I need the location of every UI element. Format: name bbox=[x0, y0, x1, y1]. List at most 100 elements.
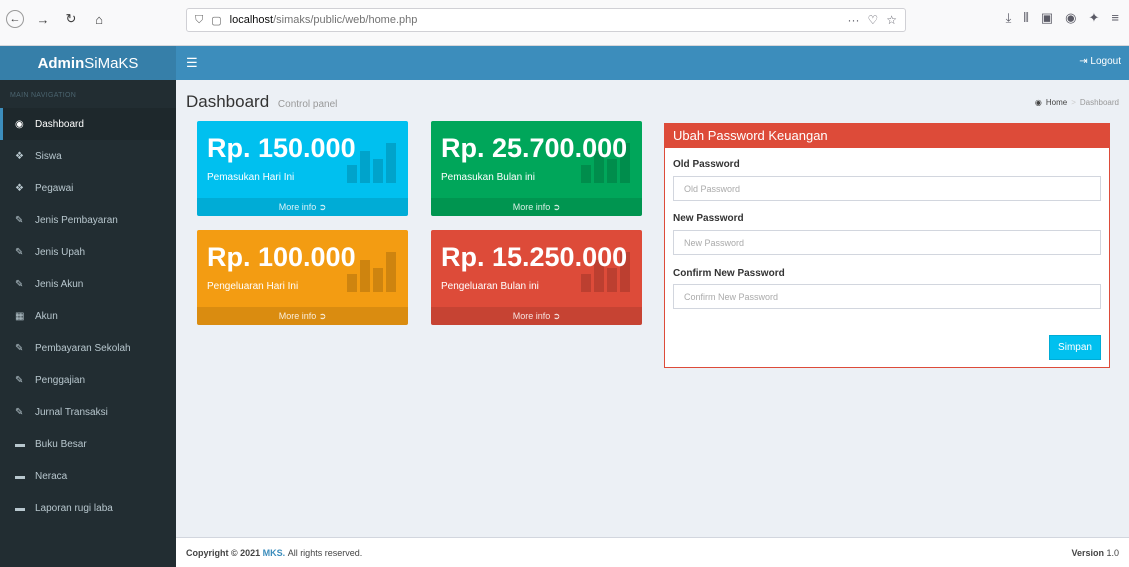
arrow-circle-right-icon: ➲ bbox=[318, 202, 327, 212]
folder-icon: ▬ bbox=[15, 438, 25, 450]
page-title-text: Dashboard bbox=[186, 92, 270, 111]
menu-icon[interactable]: ≡ bbox=[1111, 10, 1119, 26]
extensions-icon[interactable]: ✦ bbox=[1089, 10, 1100, 26]
sidebar-item-buku-besar[interactable]: ▬ Buku Besar bbox=[0, 428, 176, 460]
old-password-input[interactable] bbox=[673, 176, 1101, 201]
sidebar-item-akun[interactable]: ▦ Akun bbox=[0, 300, 176, 332]
sidebar-item-label: Jenis Pembayaran bbox=[35, 214, 118, 226]
pocket-icon[interactable]: ♡ bbox=[867, 13, 878, 27]
stat-box-income-today: Rp. 150.000 Pemasukan Hari Ini More info… bbox=[197, 121, 408, 216]
sidebar-item-jenis-pembayaran[interactable]: ✎ Jenis Pembayaran bbox=[0, 204, 176, 236]
copyright-rest: All rights reserved. bbox=[287, 548, 363, 558]
sidebar-toggle-icon[interactable]: ☰ bbox=[186, 55, 198, 71]
sidebar-item-label: Jurnal Transaksi bbox=[35, 406, 108, 418]
version-value: 1.0 bbox=[1106, 548, 1119, 558]
sidebar-item-pembayaran-sekolah[interactable]: ✎ Pembayaran Sekolah bbox=[0, 332, 176, 364]
stat-value: Rp. 15.250.000 bbox=[441, 242, 628, 272]
arrow-circle-right-icon: ➲ bbox=[552, 311, 561, 321]
copyright-brand-link[interactable]: MKS. bbox=[263, 548, 286, 558]
logout-button[interactable]: ⇥ Logout bbox=[1079, 56, 1121, 67]
users-icon: ❖ bbox=[15, 150, 24, 162]
page-icon[interactable]: ▢ bbox=[211, 14, 221, 27]
dashboard-icon: ◉ bbox=[1034, 98, 1042, 107]
more-info-link[interactable]: More info ➲ bbox=[197, 307, 408, 325]
new-password-input[interactable] bbox=[673, 230, 1101, 255]
edit-icon: ✎ bbox=[15, 406, 24, 418]
stat-box-expense-month: Rp. 15.250.000 Pengeluaran Bulan ini Mor… bbox=[431, 230, 642, 325]
sidebar-item-label: Penggajian bbox=[35, 374, 86, 386]
breadcrumb-current: Dashboard bbox=[1079, 98, 1119, 107]
more-info-label: More info bbox=[278, 202, 317, 212]
sidebar-item-label: Jenis Upah bbox=[35, 246, 86, 258]
sidebar-item-jurnal-transaksi[interactable]: ✎ Jurnal Transaksi bbox=[0, 396, 176, 428]
forward-icon[interactable]: → bbox=[34, 10, 52, 28]
library-icon[interactable]: ⫴ bbox=[1023, 10, 1028, 26]
shield-icon[interactable]: ⛉ bbox=[195, 14, 203, 27]
bookmark-star-icon[interactable]: ☆ bbox=[886, 13, 897, 27]
stat-box-expense-today: Rp. 100.000 Pengeluaran Hari Ini More in… bbox=[197, 230, 408, 325]
sidebar-item-label: Akun bbox=[35, 310, 58, 322]
more-actions-icon[interactable]: ··· bbox=[847, 13, 859, 27]
stat-value: Rp. 150.000 bbox=[207, 133, 356, 163]
back-icon[interactable]: ← bbox=[6, 10, 24, 28]
url-path: /simaks/public/web/home.php bbox=[273, 14, 418, 26]
logo-bold: Admin bbox=[37, 54, 85, 72]
top-navbar: ☰ ⇥ Logout bbox=[176, 46, 1129, 80]
arrow-circle-right-icon: ➲ bbox=[552, 202, 561, 212]
edit-icon: ✎ bbox=[15, 342, 24, 354]
sidebar-item-penggajian[interactable]: ✎ Penggajian bbox=[0, 364, 176, 396]
home-icon[interactable]: ⌂ bbox=[90, 10, 108, 28]
page-subtitle: Control panel bbox=[277, 99, 338, 110]
sidebar-item-label: Siswa bbox=[35, 150, 62, 162]
folder-icon: ▬ bbox=[15, 502, 25, 514]
copyright-prefix: Copyright © 2021 bbox=[186, 548, 261, 558]
sidebar-item-label: Pembayaran Sekolah bbox=[35, 342, 131, 354]
stat-label: Pemasukan Hari Ini bbox=[207, 172, 295, 183]
stat-value: Rp. 25.700.000 bbox=[441, 133, 628, 163]
save-button[interactable]: Simpan bbox=[1049, 335, 1101, 360]
more-info-link[interactable]: More info ➲ bbox=[431, 307, 642, 325]
sidebar-icon[interactable]: ▣ bbox=[1041, 10, 1053, 26]
sidebar-item-label: Laporan rugi laba bbox=[35, 502, 113, 514]
more-info-link[interactable]: More info ➲ bbox=[431, 198, 642, 216]
copyright: Copyright © 2021 MKS. All rights reserve… bbox=[186, 548, 362, 558]
url-bar[interactable]: ⛉ ▢ localhost /simaks/public/web/home.ph… bbox=[186, 8, 906, 32]
sidebar-item-label: Jenis Akun bbox=[35, 278, 84, 290]
download-icon[interactable]: ⤓ bbox=[1006, 10, 1012, 26]
breadcrumb-home[interactable]: Home bbox=[1046, 98, 1067, 107]
page-footer: Copyright © 2021 MKS. All rights reserve… bbox=[176, 537, 1129, 567]
sidebar-item-label: Pegawai bbox=[35, 182, 74, 194]
app-logo[interactable]: Admin SiMaKS bbox=[0, 46, 176, 80]
breadcrumb: ◉ Home > Dashboard bbox=[1035, 98, 1119, 107]
version: Version 1.0 bbox=[1071, 548, 1119, 558]
browser-toolbar: ← → ↻ ⌂ ⛉ ▢ localhost /simaks/public/web… bbox=[0, 0, 1129, 46]
confirm-password-input[interactable] bbox=[673, 284, 1101, 309]
sidebar-item-laporan-rugi-laba[interactable]: ▬ Laporan rugi laba bbox=[0, 492, 176, 524]
edit-icon: ✎ bbox=[15, 278, 24, 290]
sidebar-item-dashboard[interactable]: ◉ Dashboard bbox=[0, 108, 176, 140]
sidebar-item-siswa[interactable]: ❖ Siswa bbox=[0, 140, 176, 172]
sidebar-item-jenis-upah[interactable]: ✎ Jenis Upah bbox=[0, 236, 176, 268]
version-label: Version bbox=[1071, 548, 1104, 558]
sidebar-item-jenis-akun[interactable]: ✎ Jenis Akun bbox=[0, 268, 176, 300]
more-info-link[interactable]: More info ➲ bbox=[197, 198, 408, 216]
more-info-label: More info bbox=[512, 202, 551, 212]
account-icon[interactable]: ◉ bbox=[1065, 10, 1076, 26]
sidebar-item-label: Dashboard bbox=[35, 118, 84, 130]
url-host: localhost bbox=[229, 14, 274, 26]
stat-label: Pengeluaran Hari Ini bbox=[207, 281, 299, 292]
sign-out-icon: ⇥ bbox=[1079, 56, 1091, 67]
arrow-circle-right-icon: ➲ bbox=[318, 311, 327, 321]
sidebar-header: MAIN NAVIGATION bbox=[10, 92, 77, 99]
stat-value: Rp. 100.000 bbox=[207, 242, 356, 272]
sidebar: MAIN NAVIGATION ◉ Dashboard ❖ Siswa ❖ Pegawai… bbox=[0, 80, 176, 567]
logo-rest: SiMaKS bbox=[84, 54, 139, 72]
reload-icon[interactable]: ↻ bbox=[62, 10, 80, 28]
stat-label: Pengeluaran Bulan ini bbox=[441, 281, 539, 292]
sidebar-item-label: Neraca bbox=[35, 470, 68, 482]
page-title: Dashboard Control panel bbox=[186, 92, 337, 112]
sidebar-item-neraca[interactable]: ▬ Neraca bbox=[0, 460, 176, 492]
panel-title: Ubah Password Keuangan bbox=[665, 123, 1109, 148]
sidebar-item-label: Buku Besar bbox=[35, 438, 87, 450]
sidebar-item-pegawai[interactable]: ❖ Pegawai bbox=[0, 172, 176, 204]
